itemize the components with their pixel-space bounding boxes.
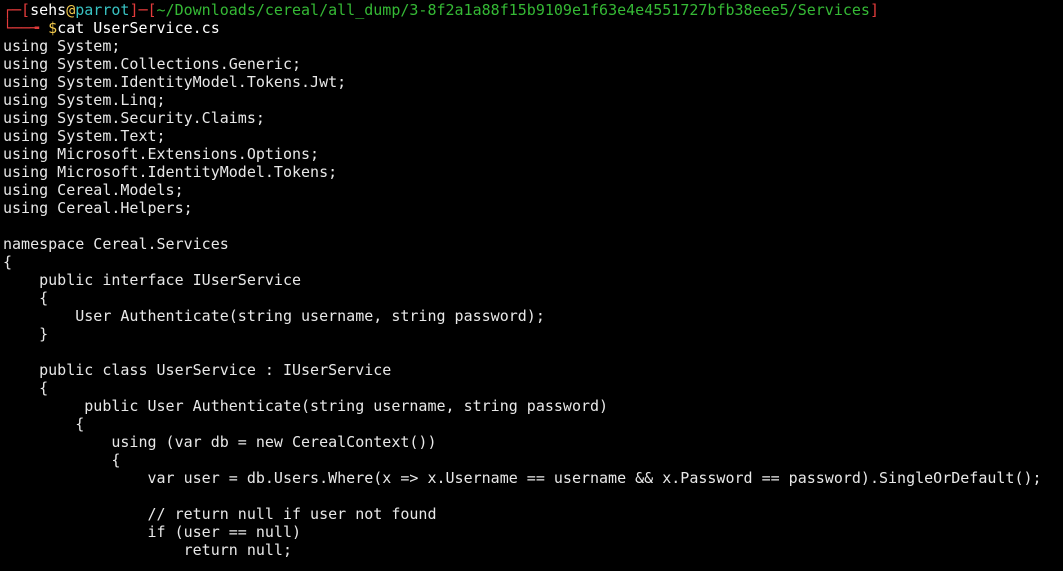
output-line: using Cereal.Helpers; <box>3 199 193 217</box>
prompt-box-bottom: └──╼ <box>3 19 49 37</box>
output-line: { <box>3 253 13 271</box>
output-line: public interface IUserService <box>3 271 302 289</box>
output-line: using System.Collections.Generic; <box>3 55 302 73</box>
output-line: using (var db = new CerealContext()) <box>3 433 437 451</box>
output-line: } <box>3 325 49 343</box>
output-line: using System.Security.Claims; <box>3 109 265 127</box>
terminal-window[interactable]: ┌─[sehs@parrot]─[~/Downloads/cereal/all_… <box>0 0 1063 571</box>
output-line: // return null if user not found <box>3 505 437 523</box>
output-line: { <box>3 451 121 469</box>
output-line: var user = db.Users.Where(x => x.Usernam… <box>3 469 1042 487</box>
output-line: User Authenticate(string username, strin… <box>3 307 545 325</box>
output-line: { <box>3 415 85 433</box>
prompt-at: @ <box>66 1 76 19</box>
output-line: using Microsoft.Extensions.Options; <box>3 145 320 163</box>
output-line: using System.Text; <box>3 127 166 145</box>
output-line: using System; <box>3 37 121 55</box>
prompt-box-open: ┌─[ <box>3 1 31 19</box>
output-line: if (user == null) <box>3 523 302 541</box>
prompt-dollar: $ <box>48 19 58 37</box>
prompt-path: ~/Downloads/cereal/all_dump/3-8f2a1a88f1… <box>156 1 870 19</box>
output-line: using Microsoft.IdentityModel.Tokens; <box>3 163 338 181</box>
prompt-separator: ]─[ <box>129 1 157 19</box>
command-line: └──╼ $cat UserService.cs <box>0 19 1063 37</box>
output-line: public class UserService : IUserService <box>3 361 392 379</box>
output-line: { <box>3 289 49 307</box>
output-line: return null; <box>3 541 292 559</box>
command-text: cat UserService.cs <box>57 19 220 37</box>
prompt-line: ┌─[sehs@parrot]─[~/Downloads/cereal/all_… <box>0 1 1063 19</box>
output-line: using System.Linq; <box>3 91 166 109</box>
output-line: using System.IdentityModel.Tokens.Jwt; <box>3 73 347 91</box>
prompt-user: sehs <box>30 1 67 19</box>
output-line: using Cereal.Models; <box>3 181 184 199</box>
command-output: using System; using System.Collections.Ge… <box>0 37 1063 559</box>
prompt-box-close: ] <box>869 1 879 19</box>
output-line: namespace Cereal.Services <box>3 235 229 253</box>
prompt-host: parrot <box>75 1 130 19</box>
output-line: public User Authenticate(string username… <box>3 397 609 415</box>
output-line: { <box>3 379 49 397</box>
